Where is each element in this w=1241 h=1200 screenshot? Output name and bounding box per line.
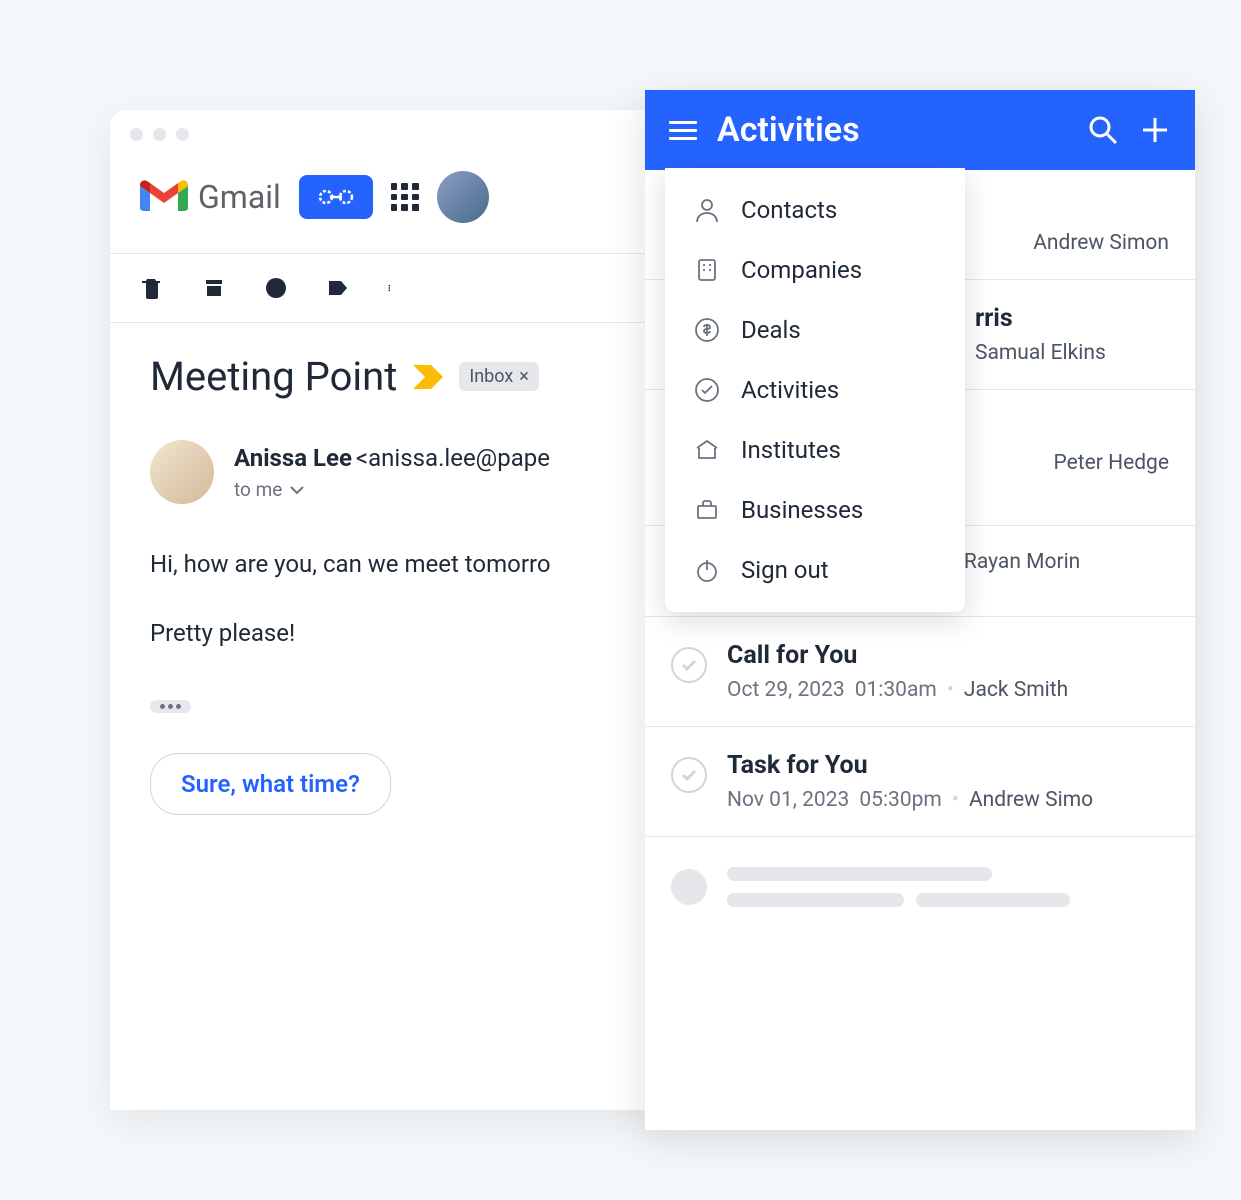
menu-label: Deals: [741, 316, 801, 344]
gmail-brand-text: Gmail: [198, 178, 281, 216]
integration-badge[interactable]: [299, 175, 373, 219]
gmail-logo[interactable]: Gmail: [140, 178, 281, 216]
search-icon[interactable]: [1087, 114, 1119, 146]
menu-label: Companies: [741, 256, 862, 284]
gmail-header: Gmail: [110, 151, 680, 253]
nav-dropdown-menu: Contacts Companies Deals Activities Inst…: [665, 168, 965, 612]
window-close-dot[interactable]: [130, 128, 143, 141]
contacts-icon: [693, 196, 721, 224]
panel-title: Activities: [717, 110, 1067, 150]
hamburger-menu-icon[interactable]: [669, 116, 697, 145]
email-body: Hi, how are you, can we meet tomorro Pre…: [150, 544, 640, 654]
recipient-label: to me: [234, 478, 282, 501]
apps-grid-icon[interactable]: [391, 183, 419, 211]
activity-title: rris: [975, 304, 1169, 333]
sender-email: <anissa.lee@pape: [356, 444, 550, 472]
menu-item-deals[interactable]: Deals: [665, 300, 965, 360]
inbox-chip[interactable]: Inbox ×: [459, 362, 539, 391]
menu-label: Activities: [741, 376, 839, 404]
gmail-window: Gmail Meeting Poin: [110, 110, 680, 1110]
activity-time: 01:30am: [855, 678, 937, 702]
expand-trimmed-icon[interactable]: [150, 700, 191, 713]
activity-check-icon[interactable]: [671, 757, 707, 793]
user-avatar[interactable]: [437, 171, 489, 223]
archive-icon[interactable]: [202, 276, 226, 300]
window-controls: [110, 110, 680, 151]
menu-item-institutes[interactable]: Institutes: [665, 420, 965, 480]
add-icon[interactable]: [1139, 114, 1171, 146]
activity-person: Rayan Morin: [964, 550, 1080, 574]
activity-title: Task for You: [727, 751, 1169, 780]
body-line-2: Pretty please!: [150, 613, 640, 654]
inbox-chip-label: Inbox: [469, 366, 513, 387]
sender-name: Anissa Lee: [234, 444, 352, 472]
sender-avatar[interactable]: [150, 440, 214, 504]
activity-person: Andrew Simo: [969, 788, 1093, 812]
activities-header: Activities: [645, 90, 1195, 170]
more-icon[interactable]: [388, 276, 396, 300]
businesses-icon: [693, 496, 721, 524]
email-content: Meeting Point Inbox × Anissa Lee <anissa…: [110, 323, 680, 845]
skeleton-line: [916, 893, 1071, 907]
activity-title: Call for You: [727, 641, 1169, 670]
email-toolbar: [110, 254, 680, 322]
link-icon: [316, 187, 356, 207]
window-maximize-dot[interactable]: [176, 128, 189, 141]
companies-icon: [693, 256, 721, 284]
chevron-down-icon[interactable]: [290, 485, 304, 495]
activity-date: Oct 29, 2023: [727, 678, 845, 702]
activities-panel: Activities Contacts Companies Deals Acti…: [645, 90, 1195, 1130]
menu-label: Institutes: [741, 436, 841, 464]
menu-item-activities[interactable]: Activities: [665, 360, 965, 420]
snooze-icon[interactable]: [264, 276, 288, 300]
important-marker-icon[interactable]: [413, 365, 443, 389]
menu-label: Sign out: [741, 556, 829, 584]
menu-label: Businesses: [741, 496, 863, 524]
institutes-icon: [693, 436, 721, 464]
smart-reply-button[interactable]: Sure, what time?: [150, 753, 391, 815]
menu-label: Contacts: [741, 196, 837, 224]
body-line-1: Hi, how are you, can we meet tomorro: [150, 544, 640, 585]
deals-icon: [693, 316, 721, 344]
menu-item-signout[interactable]: Sign out: [665, 540, 965, 600]
skeleton-row: [645, 837, 1195, 937]
email-subject: Meeting Point: [150, 353, 397, 400]
activity-time: 05:30pm: [859, 788, 942, 812]
skeleton-line: [727, 893, 904, 907]
activity-row[interactable]: Task for You Nov 01, 2023 05:30pm • Andr…: [645, 727, 1195, 837]
menu-item-businesses[interactable]: Businesses: [665, 480, 965, 540]
activity-person: Andrew Simon: [1033, 231, 1169, 255]
activity-person: Jack Smith: [964, 678, 1068, 702]
menu-item-companies[interactable]: Companies: [665, 240, 965, 300]
gmail-icon: [140, 179, 188, 215]
activities-icon: [693, 376, 721, 404]
signout-icon: [693, 556, 721, 584]
menu-item-contacts[interactable]: Contacts: [665, 180, 965, 240]
activity-person: Peter Hedge: [1054, 451, 1169, 475]
label-icon[interactable]: [326, 276, 350, 300]
chip-close-icon[interactable]: ×: [519, 366, 529, 387]
activity-date: Nov 01, 2023: [727, 788, 849, 812]
activity-check-icon[interactable]: [671, 647, 707, 683]
skeleton-line: [727, 867, 992, 881]
skeleton-avatar: [671, 869, 707, 905]
window-minimize-dot[interactable]: [153, 128, 166, 141]
delete-icon[interactable]: [140, 276, 164, 300]
activity-row[interactable]: Call for You Oct 29, 2023 01:30am • Jack…: [645, 617, 1195, 727]
activity-person: Samual Elkins: [975, 341, 1106, 365]
